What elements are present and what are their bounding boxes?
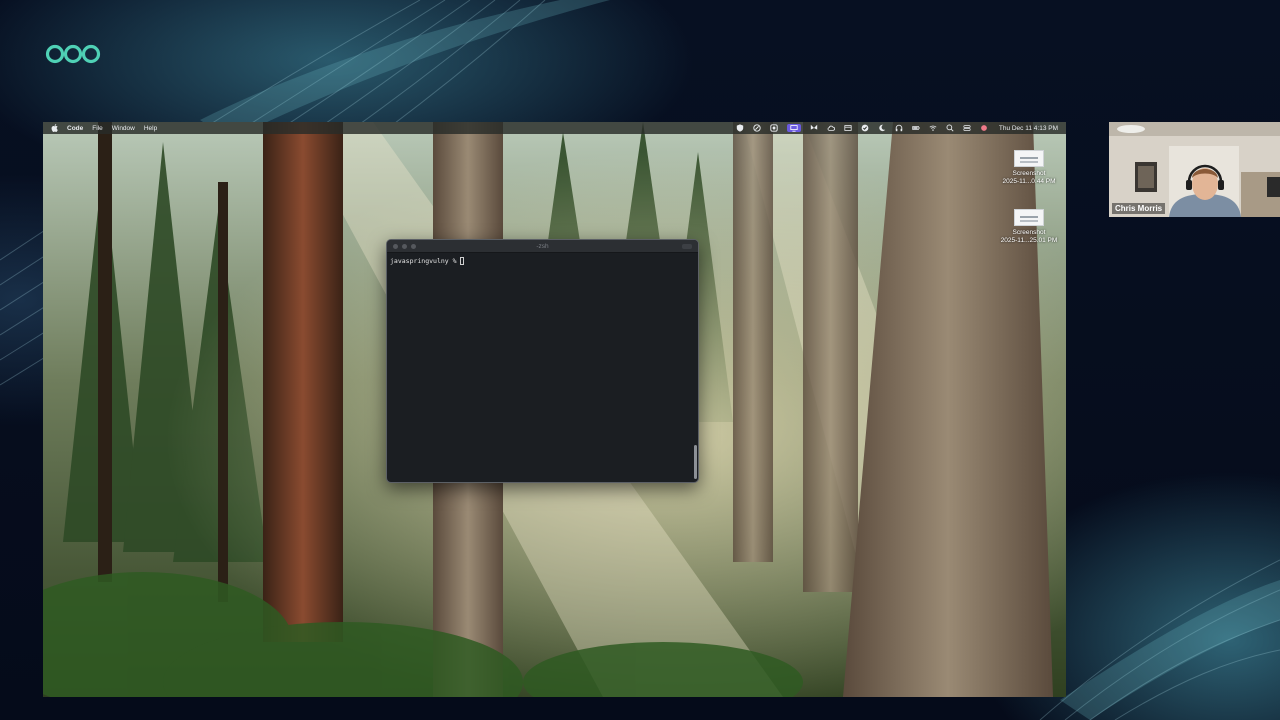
butterfly-icon[interactable]: [810, 124, 818, 132]
zoom-button[interactable]: [411, 244, 416, 249]
desktop-file-name: Screenshot: [1012, 229, 1046, 236]
control-center-icon[interactable]: [963, 124, 971, 132]
check-circle-icon[interactable]: [861, 124, 869, 132]
desktop-file-date: 2025-11...0.44 PM: [1002, 178, 1056, 185]
terminal-titlebar[interactable]: -zsh: [387, 240, 698, 253]
menu-app-name[interactable]: Code: [67, 125, 83, 132]
brand-logo: [45, 44, 101, 64]
shield-icon[interactable]: [736, 124, 744, 132]
menu-file[interactable]: File: [92, 125, 102, 132]
minimize-button[interactable]: [402, 244, 407, 249]
window-controls: [393, 244, 416, 249]
desktop-file-date: 2025-11...25.01 PM: [1000, 237, 1058, 244]
file-thumbnail-icon: [1014, 150, 1044, 167]
screen-share-icon[interactable]: [786, 124, 801, 132]
close-button[interactable]: [393, 244, 398, 249]
participant-name: Chris Morris: [1112, 203, 1166, 214]
moon-icon[interactable]: [878, 124, 886, 132]
terminal-content[interactable]: javaspringvulny %: [387, 253, 698, 269]
participant-video-tile[interactable]: Chris Morris: [1109, 122, 1280, 217]
menu-clock[interactable]: Thu Dec 11 4:13 PM: [999, 125, 1058, 132]
tab-overview-button[interactable]: [682, 244, 692, 249]
headphones-icon[interactable]: [895, 124, 903, 132]
menu-help[interactable]: Help: [144, 125, 157, 132]
wifi-icon[interactable]: [929, 124, 937, 132]
terminal-scrollbar[interactable]: [694, 445, 697, 479]
cloud-icon[interactable]: [827, 124, 835, 132]
desktop-file-screenshot-2[interactable]: Screenshot 2025-11...25.01 PM: [994, 209, 1064, 245]
terminal-title: -zsh: [536, 242, 549, 250]
record-dot-icon[interactable]: [980, 124, 988, 132]
desktop-file-name: Screenshot: [1012, 170, 1046, 177]
mac-menu-bar: Code File Window Help Thu Dec 11 4:13 PM: [43, 122, 1066, 134]
shared-screen: Code File Window Help Thu Dec 11 4:13 PM: [43, 122, 1066, 697]
file-thumbnail-icon: [1014, 209, 1044, 226]
search-icon[interactable]: [946, 124, 954, 132]
link-icon[interactable]: [753, 124, 761, 132]
battery-icon[interactable]: [911, 124, 920, 132]
terminal-window[interactable]: -zsh javaspringvulny %: [386, 239, 699, 483]
terminal-prompt: javaspringvulny %: [390, 257, 457, 265]
screen-record-icon[interactable]: [770, 124, 778, 132]
menu-window[interactable]: Window: [112, 125, 135, 132]
apple-menu-icon[interactable]: [51, 124, 58, 132]
terminal-cursor: [459, 257, 464, 265]
window-icon[interactable]: [844, 124, 852, 132]
desktop-file-screenshot-1[interactable]: Screenshot 2025-11...0.44 PM: [994, 150, 1064, 186]
